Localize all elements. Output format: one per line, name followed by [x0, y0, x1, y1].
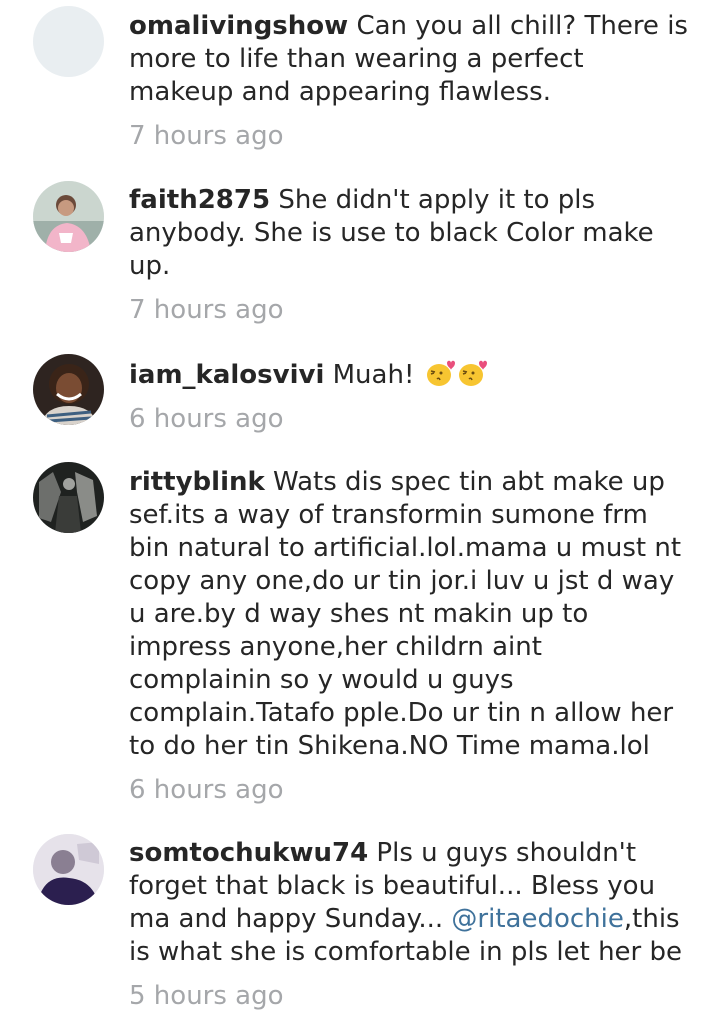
kissing-face-icon: [457, 358, 487, 388]
comment-timestamp: 7 hours ago: [129, 295, 284, 325]
comment-body: somtochukwu74 Pls u guys shouldn't forge…: [129, 837, 689, 969]
user-photo: [33, 354, 104, 425]
comment-text: Muah!: [332, 360, 415, 390]
comment-timestamp: 6 hours ago: [129, 775, 284, 805]
comment-timestamp: 6 hours ago: [129, 404, 284, 434]
avatar[interactable]: [33, 354, 104, 425]
comment-text-block: omalivingshow Can you all chill? There i…: [129, 10, 689, 151]
comment-username[interactable]: faith2875: [129, 185, 270, 215]
comment-body: rittyblink Wats dis spec tin abt make up…: [129, 466, 689, 763]
avatar[interactable]: [33, 462, 104, 533]
comment-text: Wats dis spec tin abt make up sef.its a …: [129, 467, 682, 761]
kissing-face-icon: [425, 358, 455, 388]
comment-text-block: faith2875 She didn't apply it to pls any…: [129, 184, 689, 325]
mention-link[interactable]: @ritaedochie: [451, 904, 623, 934]
comment-body: faith2875 She didn't apply it to pls any…: [129, 184, 689, 283]
user-photo: [33, 462, 104, 533]
comment-text-block: rittyblink Wats dis spec tin abt make up…: [129, 466, 689, 805]
comment-timestamp: 5 hours ago: [129, 981, 284, 1011]
comment-username[interactable]: somtochukwu74: [129, 838, 368, 868]
comment-text-block: somtochukwu74 Pls u guys shouldn't forge…: [129, 837, 689, 1011]
avatar[interactable]: [33, 834, 104, 905]
comment-text-block: iam_kalosvivi Muah! 6 hours ago: [129, 358, 689, 434]
user-photo: [33, 834, 104, 905]
comment-body: omalivingshow Can you all chill? There i…: [129, 10, 689, 109]
comment-timestamp: 7 hours ago: [129, 121, 284, 151]
avatar[interactable]: [33, 181, 104, 252]
comment-username[interactable]: rittyblink: [129, 467, 265, 497]
avatar[interactable]: [33, 6, 104, 77]
comment-username[interactable]: iam_kalosvivi: [129, 360, 324, 390]
comment-body: iam_kalosvivi Muah!: [129, 358, 689, 392]
user-photo: [33, 181, 104, 252]
comment-username[interactable]: omalivingshow: [129, 11, 348, 41]
